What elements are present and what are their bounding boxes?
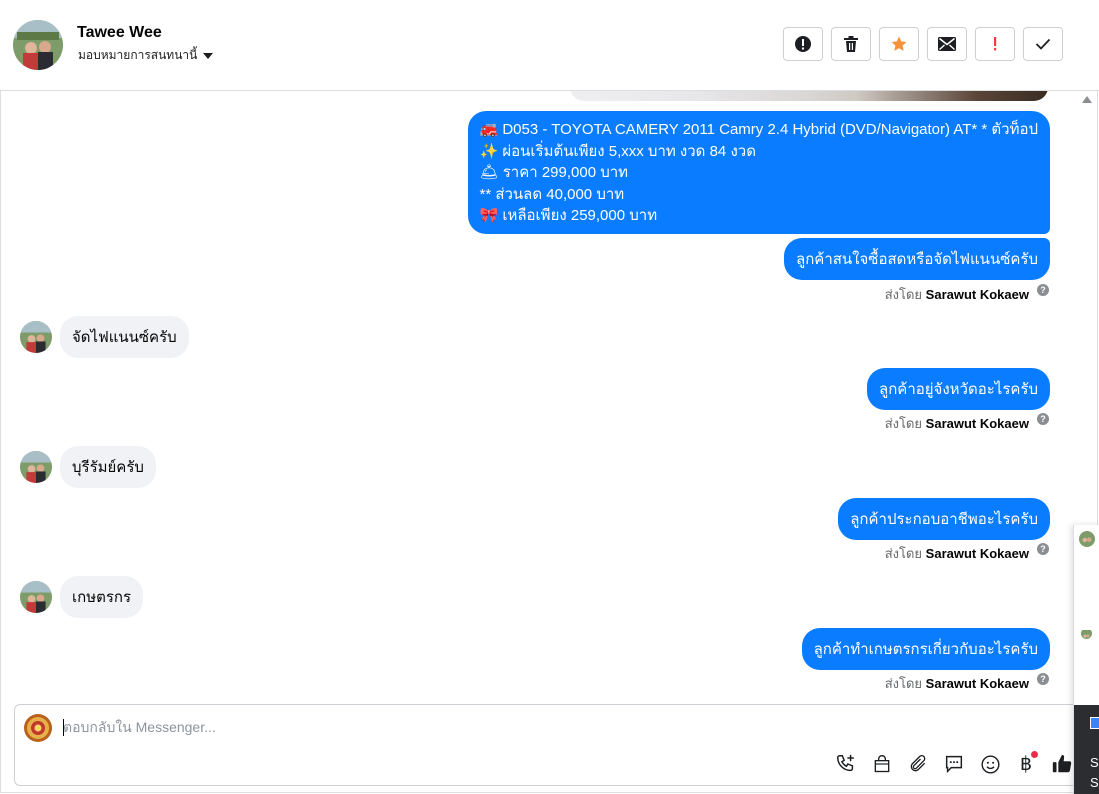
side-text: S — [1090, 755, 1099, 770]
sender-name: Sarawut Kokaew — [925, 416, 1029, 431]
assign-conversation-dropdown[interactable]: มอบหมายการสนทนานี้ — [78, 46, 214, 65]
trash-icon — [844, 36, 858, 52]
done-button[interactable] — [1023, 27, 1063, 61]
chevron-down-icon — [203, 52, 214, 59]
scroll-up-arrow[interactable] — [1082, 96, 1092, 103]
sent-by-label: ส่งโดย Sarawut Kokaew — [884, 287, 1029, 302]
incoming-message-bubble: บุรีรัมย์ครับ — [60, 446, 156, 488]
composer-actions: ฿ — [833, 751, 1075, 777]
thumbs-up-icon[interactable] — [1049, 751, 1075, 777]
help-icon[interactable]: ? — [1037, 543, 1049, 555]
baht-icon[interactable]: ฿ — [1013, 751, 1039, 777]
conversation-toolbar — [783, 27, 1063, 61]
sent-by-label: ส่งโดย Sarawut Kokaew — [884, 546, 1029, 561]
follow-up-button[interactable] — [975, 27, 1015, 61]
customer-avatar[interactable] — [20, 581, 52, 613]
shopping-bag-icon[interactable] — [869, 751, 895, 777]
page-avatar — [24, 714, 52, 742]
product-line: 🚒 D053 - TOYOTA CAMERY 2011 Camry 2.4 Hy… — [479, 121, 1039, 138]
star-button[interactable] — [879, 27, 919, 61]
envelope-icon — [938, 37, 956, 51]
product-line: ** ส่วนลด 40,000 บาท — [479, 185, 625, 203]
saved-reply-icon[interactable] — [941, 751, 967, 777]
outgoing-message-bubble: ลูกค้าทำเกษตรกรเกี่ยวกับอะไรครับ — [801, 628, 1050, 670]
assign-label: มอบหมายการสนทนานี้ — [78, 48, 198, 62]
product-line: ✨ ผ่อนเริ่มต้นเพียง 5,xxx บาท งวด 84 งวด — [479, 142, 756, 160]
sender-name: Sarawut Kokaew — [925, 287, 1029, 302]
incoming-message-bubble: จัดไฟแนนซ์ครับ — [60, 316, 189, 358]
side-chat-panel: S S — [1073, 525, 1099, 794]
side-avatar[interactable] — [1081, 628, 1092, 639]
sent-by-label: ส่งโดย Sarawut Kokaew — [884, 676, 1029, 691]
notification-dot — [1031, 751, 1038, 758]
outgoing-message-bubble: ลูกค้าสนใจซื้อสดหรือจัดไฟแนนซ์ครับ — [784, 238, 1050, 280]
paperclip-icon[interactable] — [905, 751, 931, 777]
sender-name: Sarawut Kokaew — [925, 546, 1029, 561]
exclamation-circle-icon — [795, 36, 811, 52]
mark-unread-button[interactable] — [927, 27, 967, 61]
product-image-attachment[interactable] — [570, 91, 1048, 101]
side-avatar[interactable] — [1079, 531, 1095, 547]
reply-input[interactable] — [63, 719, 763, 735]
customer-avatar[interactable] — [20, 451, 52, 483]
side-panel-footer: S S — [1074, 705, 1099, 794]
customer-avatar[interactable] — [20, 321, 52, 353]
text-cursor — [63, 719, 64, 736]
sent-by-label: ส่งโดย Sarawut Kokaew — [884, 416, 1029, 431]
delete-button[interactable] — [831, 27, 871, 61]
outgoing-message-bubble: ลูกค้าประกอบอาชีพอะไรครับ — [838, 498, 1050, 540]
contact-name[interactable]: Tawee Wee — [77, 24, 162, 42]
incoming-message-bubble: เกษตรกร — [60, 576, 144, 618]
conversation-header: Tawee Wee มอบหมายการสนทนานี้ — [0, 0, 1099, 91]
help-icon[interactable]: ? — [1037, 673, 1049, 685]
check-icon — [1035, 38, 1051, 50]
outgoing-message-bubble: ลูกค้าอยู่จังหวัดอะไรครับ — [867, 368, 1050, 410]
product-line: 🎀 เหลือเพียง 259,000 บาท — [479, 207, 658, 224]
message-thread[interactable]: 🚒 D053 - TOYOTA CAMERY 2011 Camry 2.4 Hy… — [0, 91, 1078, 703]
calendar-icon — [1090, 717, 1099, 729]
sender-name: Sarawut Kokaew — [925, 676, 1029, 691]
side-text: S — [1090, 775, 1099, 790]
exclamation-icon — [994, 37, 997, 51]
spam-button[interactable] — [783, 27, 823, 61]
phone-plus-icon[interactable] — [833, 751, 859, 777]
help-icon[interactable]: ? — [1037, 413, 1049, 425]
emoji-icon[interactable] — [977, 751, 1003, 777]
product-message-bubble: 🚒 D053 - TOYOTA CAMERY 2011 Camry 2.4 Hy… — [467, 111, 1050, 234]
star-icon — [891, 36, 907, 51]
product-line: 🛎 ราคา 299,000 บาท — [479, 164, 629, 181]
help-icon[interactable]: ? — [1037, 284, 1049, 296]
reply-composer: ฿ — [14, 704, 1084, 786]
contact-avatar[interactable] — [13, 20, 63, 70]
